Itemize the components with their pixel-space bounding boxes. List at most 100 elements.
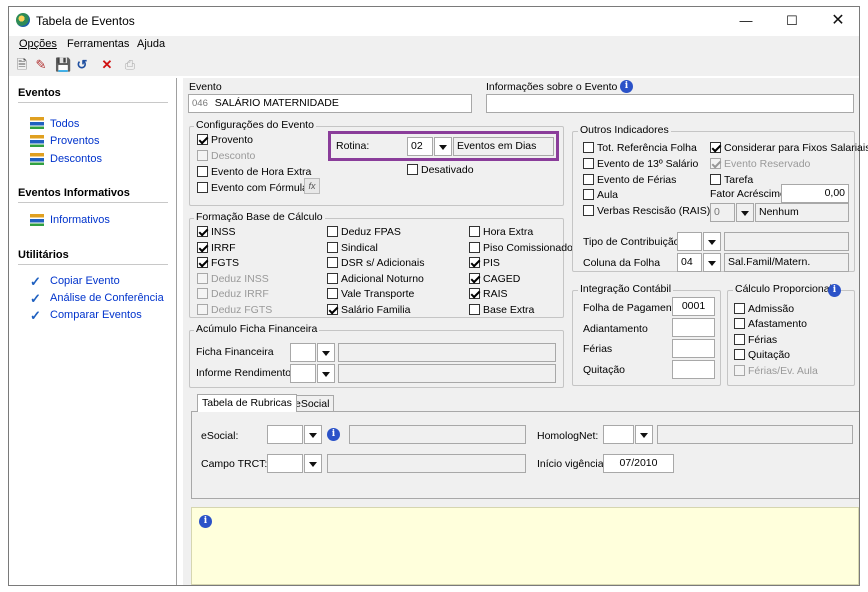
hora-extra-checkbox[interactable] (197, 166, 208, 177)
maximize-button[interactable]: ☐ (769, 7, 815, 35)
irrf-checkbox[interactable] (197, 242, 208, 253)
sindical-checkbox[interactable] (327, 242, 338, 253)
sidebar-item-todos[interactable]: Todos (50, 118, 79, 130)
tipo-code[interactable] (677, 232, 702, 251)
piso-checkbox[interactable] (469, 242, 480, 253)
reservado-checkbox[interactable] (710, 158, 721, 169)
vale-transporte-checkbox[interactable] (327, 288, 338, 299)
tipo-dropdown[interactable] (703, 232, 721, 251)
ferias-aula-checkbox[interactable] (734, 365, 745, 376)
homolog-dropdown[interactable] (635, 425, 653, 444)
rotina-label: Rotina: (336, 140, 370, 152)
considerar-checkbox[interactable] (710, 142, 721, 153)
rotina-dropdown[interactable] (434, 137, 452, 156)
sidebar-item-comparar[interactable]: Comparar Eventos (50, 309, 142, 321)
menu-ajuda[interactable]: Ajuda (137, 38, 165, 50)
desativado-checkbox[interactable] (407, 164, 418, 175)
undo-icon[interactable]: ↺ (74, 57, 90, 73)
desconto-checkbox[interactable] (197, 150, 208, 161)
esocial-code[interactable] (267, 425, 303, 444)
sidebar-item-proventos[interactable]: Proventos (50, 135, 100, 147)
esocial-dropdown[interactable] (304, 425, 322, 444)
check-icon: ✓ (30, 274, 41, 289)
menu-ferramentas[interactable]: Ferramentas (67, 38, 129, 50)
minimize-button[interactable]: — (723, 7, 769, 35)
hora-extra-label: Evento de Hora Extra (211, 166, 312, 178)
fator-field[interactable]: 0,00 (781, 184, 849, 203)
delete-icon[interactable]: ✕ (99, 57, 115, 73)
deduz-fgts-checkbox[interactable] (197, 304, 208, 315)
info-icon[interactable]: i (828, 284, 841, 297)
hora-extra-base-checkbox[interactable] (469, 226, 480, 237)
divider (18, 102, 168, 103)
inicio-label: Início vigência: (537, 458, 607, 470)
verbas-checkbox[interactable] (583, 205, 594, 216)
considerar-label: Considerar para Fixos Salariais (724, 142, 868, 154)
evento-field[interactable]: 046 SALÁRIO MATERNIDADE (188, 94, 472, 113)
quitacao-field[interactable] (672, 360, 715, 379)
new-icon[interactable]: 🗎 (14, 57, 30, 73)
informe-dropdown[interactable] (317, 364, 335, 383)
folha-field[interactable]: 0001 (672, 297, 715, 316)
info-icon[interactable]: i (620, 80, 633, 93)
informe-value (338, 364, 556, 383)
coluna-code[interactable]: 04 (677, 253, 702, 272)
quitacao-prop-checkbox[interactable] (734, 349, 745, 360)
info-evento-label: Informações sobre o Evento (486, 81, 618, 93)
formula-checkbox[interactable] (197, 182, 208, 193)
ferias-field[interactable] (672, 339, 715, 358)
edit-icon[interactable]: ✎ (33, 57, 49, 73)
inicio-field[interactable]: 07/2010 (603, 454, 674, 473)
tarefa-checkbox[interactable] (710, 174, 721, 185)
deduz-fpas-checkbox[interactable] (327, 226, 338, 237)
tab-rubricas[interactable]: Tabela de Rubricas (197, 394, 297, 412)
save-icon[interactable]: 💾 (55, 57, 71, 73)
ferias-prop-checkbox[interactable] (734, 334, 745, 345)
trct-code[interactable] (267, 454, 303, 473)
afastamento-checkbox[interactable] (734, 318, 745, 329)
close-button[interactable]: ✕ (815, 7, 861, 35)
caged-checkbox[interactable] (469, 273, 480, 284)
aula-checkbox[interactable] (583, 189, 594, 200)
verbas-dropdown[interactable] (736, 203, 754, 222)
inss-checkbox[interactable] (197, 226, 208, 237)
ficha-dropdown[interactable] (317, 343, 335, 362)
homolog-code[interactable] (603, 425, 634, 444)
print-icon[interactable]: ⎙ (122, 57, 138, 73)
ferias-label: Férias (583, 343, 613, 355)
tot-referencia-label: Tot. Referência Folha (597, 142, 697, 154)
deduz-inss-checkbox[interactable] (197, 273, 208, 284)
info-icon[interactable]: i (327, 428, 340, 441)
sidebar-item-copiar[interactable]: Copiar Evento (50, 275, 120, 287)
trct-dropdown[interactable] (304, 454, 322, 473)
provento-checkbox[interactable] (197, 134, 208, 145)
irrf-label: IRRF (211, 242, 236, 254)
coluna-dropdown[interactable] (703, 253, 721, 272)
evento-13-checkbox[interactable] (583, 158, 594, 169)
desativado-label: Desativado (421, 164, 474, 176)
tot-referencia-checkbox[interactable] (583, 142, 594, 153)
ficha-code[interactable] (290, 343, 316, 362)
dsr-checkbox[interactable] (327, 257, 338, 268)
informe-code[interactable] (290, 364, 316, 383)
base-extra-checkbox[interactable] (469, 304, 480, 315)
rais-checkbox[interactable] (469, 288, 480, 299)
rotina-code[interactable]: 02 (407, 137, 433, 156)
adiantamento-field[interactable] (672, 318, 715, 337)
info-evento-field[interactable] (486, 94, 854, 113)
sidebar-item-descontos[interactable]: Descontos (50, 153, 102, 165)
menu-opcoes[interactable]: Opções (19, 38, 57, 50)
admissao-checkbox[interactable] (734, 303, 745, 314)
deduz-inss-label: Deduz INSS (211, 273, 269, 285)
evento-ferias-checkbox[interactable] (583, 174, 594, 185)
pis-checkbox[interactable] (469, 257, 480, 268)
fgts-checkbox[interactable] (197, 257, 208, 268)
sidebar-item-informativos[interactable]: Informativos (50, 214, 110, 226)
adicional-noturno-checkbox[interactable] (327, 273, 338, 284)
sidebar-item-analise[interactable]: Análise de Conferência (50, 292, 164, 304)
deduz-irrf-checkbox[interactable] (197, 288, 208, 299)
salario-familia-checkbox[interactable] (327, 304, 338, 315)
formula-button[interactable]: fx (304, 178, 320, 194)
deduz-irrf-label: Deduz IRRF (211, 288, 269, 300)
evento-label: Evento (189, 81, 222, 93)
